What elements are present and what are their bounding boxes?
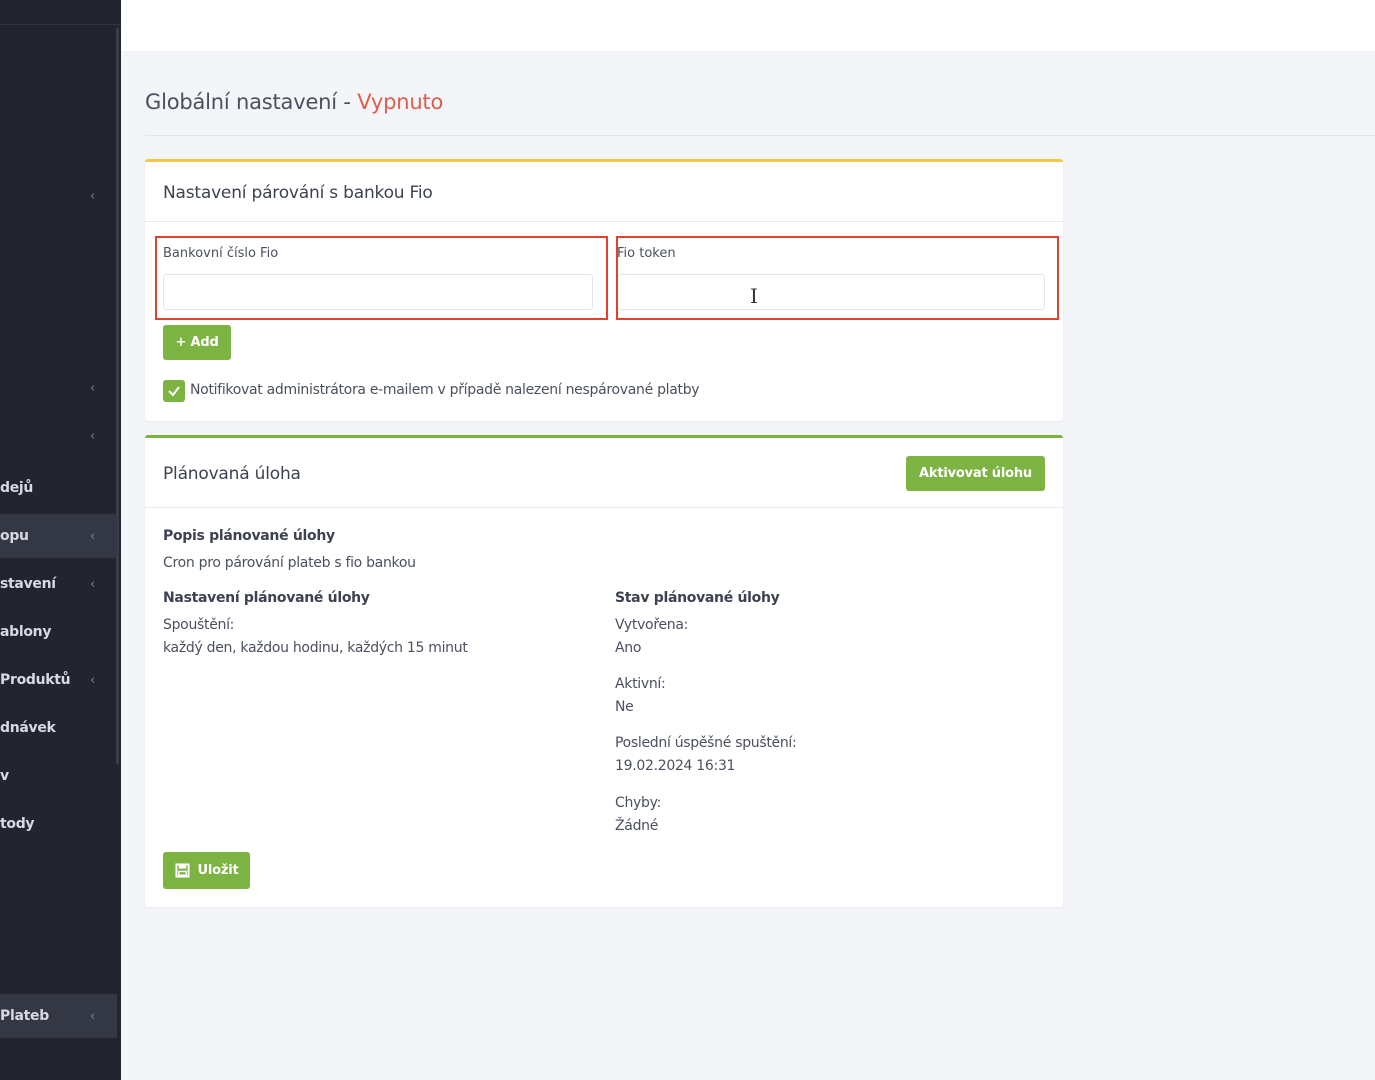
sidebar-divider: [0, 24, 121, 25]
text-cursor-icon: I: [750, 284, 758, 308]
chevron-left-icon: ‹: [90, 576, 95, 592]
sidebar-item-label: ablony: [0, 624, 52, 640]
checkmark-icon: [168, 386, 180, 397]
last-run-value: 19.02.2024 16:31: [615, 758, 736, 774]
top-header: [121, 0, 1375, 51]
status-badge: Vypnuto: [357, 90, 444, 114]
trigger-value: každý den, každou hodinu, každých 15 min…: [163, 640, 468, 656]
card-title: Plánovaná úloha: [163, 464, 301, 484]
logo-icon: [0, 0, 60, 8]
notify-label: Notifikovat administrátora e-mailem v př…: [190, 382, 700, 398]
chevron-left-icon[interactable]: ‹: [90, 381, 95, 396]
sidebar-item[interactable]: Produktů ‹: [0, 658, 117, 702]
scheduled-task-card: Plánovaná úloha Aktivovat úlohu Popis pl…: [145, 435, 1063, 907]
title-divider: [145, 135, 1375, 136]
chevron-left-icon[interactable]: ‹: [90, 429, 95, 444]
trigger-label: Spouštění:: [163, 617, 235, 633]
chevron-left-icon: ‹: [90, 1008, 95, 1024]
settings-heading: Nastavení plánované úlohy: [163, 590, 370, 606]
sidebar-item[interactable]: dejů: [0, 466, 117, 510]
page-title: Globální nastavení - Vypnuto: [145, 90, 443, 114]
sidebar-item-label: dnávek: [0, 720, 56, 736]
highlight-box: [616, 236, 1059, 320]
status-heading: Stav plánované úlohy: [615, 590, 780, 606]
sidebar-item[interactable]: ablony: [0, 610, 117, 654]
sidebar-item-label: v: [0, 768, 9, 784]
notify-checkbox[interactable]: [163, 380, 185, 402]
highlight-box: [155, 236, 608, 320]
description-heading: Popis plánované úlohy: [163, 528, 335, 544]
sidebar-item-label: dejů: [0, 480, 34, 496]
activate-task-button[interactable]: Aktivovat úlohu: [906, 456, 1045, 491]
sidebar-item-label: Plateb: [0, 1008, 49, 1024]
chevron-left-icon[interactable]: ‹: [90, 189, 95, 204]
add-button[interactable]: + Add: [163, 325, 231, 360]
sidebar-item-payments[interactable]: Plateb ‹: [0, 994, 117, 1038]
sidebar-item[interactable]: stavení ‹: [0, 562, 117, 606]
sidebar-item-label: opu: [0, 528, 29, 544]
sidebar-item[interactable]: tody: [0, 802, 117, 846]
chevron-left-icon: ‹: [90, 672, 95, 688]
sidebar: ‹ ‹ ‹ dejů opu ‹ stavení ‹ ablony Produk…: [0, 0, 121, 1080]
sidebar-item[interactable]: dnávek: [0, 706, 117, 750]
save-button-label: Uložit: [197, 863, 239, 878]
sidebar-item-label: Produktů: [0, 672, 71, 688]
sidebar-item[interactable]: v: [0, 754, 117, 798]
active-value: Ne: [615, 699, 634, 715]
created-label: Vytvořena:: [615, 617, 689, 633]
card-header: Plánovaná úloha Aktivovat úlohu: [145, 438, 1063, 508]
errors-value: Žádné: [615, 818, 659, 834]
sidebar-item-label: stavení: [0, 576, 56, 592]
save-button[interactable]: Uložit: [163, 852, 250, 889]
card-header: Nastavení párování s bankou Fio: [145, 162, 1063, 222]
active-label: Aktivní:: [615, 676, 666, 692]
errors-label: Chyby:: [615, 795, 662, 811]
last-run-label: Poslední úspěšné spuštění:: [615, 735, 797, 751]
card-title: Nastavení párování s bankou Fio: [163, 183, 433, 203]
chevron-left-icon: ‹: [90, 528, 95, 544]
sidebar-item-label: tody: [0, 816, 35, 832]
sidebar-item-active[interactable]: opu ‹: [0, 514, 117, 558]
save-icon: [174, 863, 190, 878]
created-value: Ano: [615, 640, 642, 656]
description-text: Cron pro párování plateb s fio bankou: [163, 555, 416, 571]
page-title-text: Globální nastavení -: [145, 90, 358, 114]
